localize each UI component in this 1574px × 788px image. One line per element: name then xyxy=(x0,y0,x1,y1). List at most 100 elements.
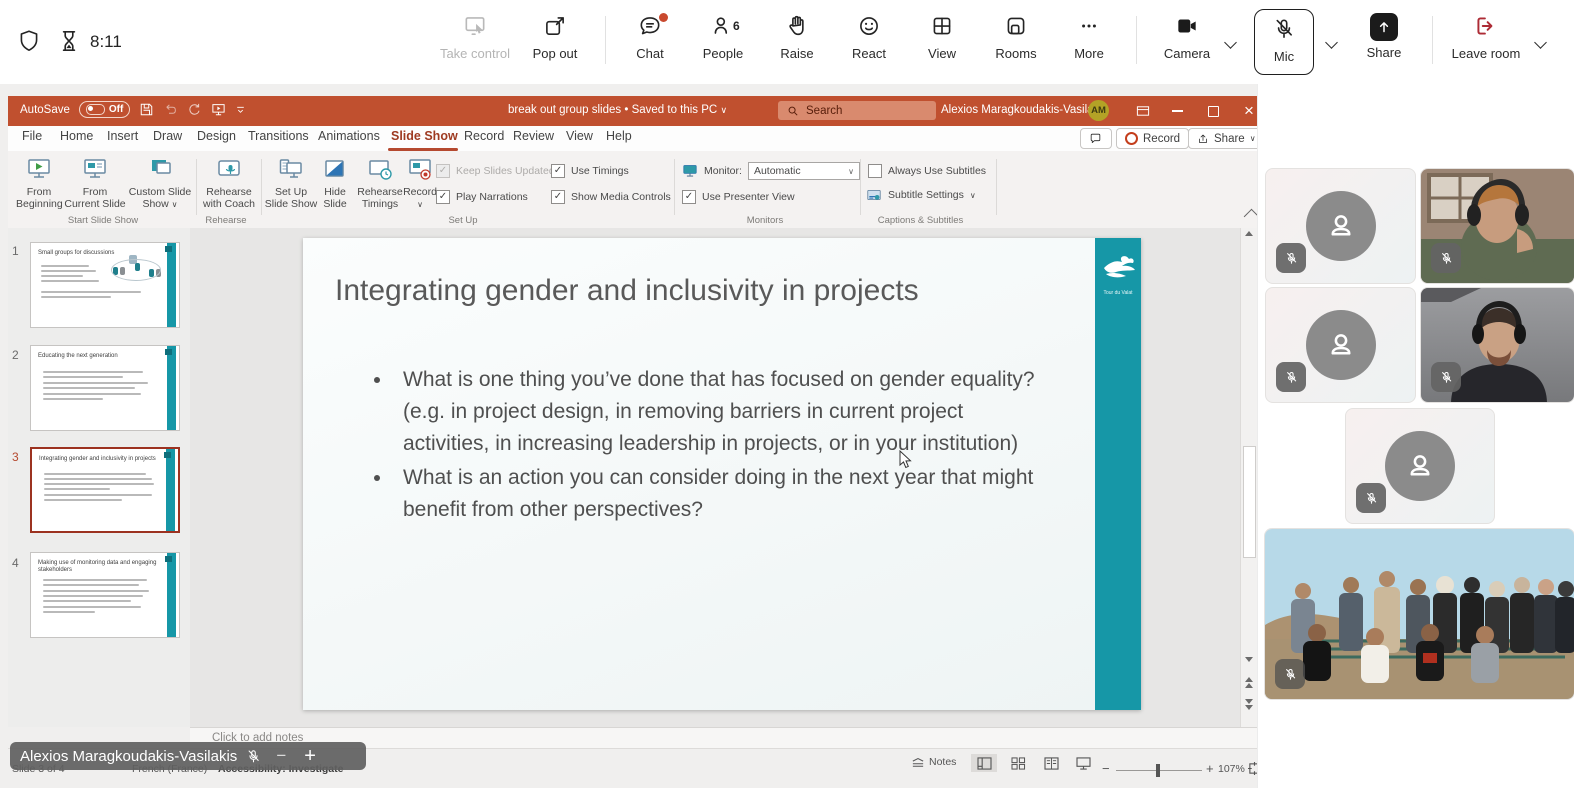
participant-tile-2-video[interactable] xyxy=(1420,168,1574,284)
mic-button[interactable]: Mic xyxy=(1254,9,1314,75)
tab-review[interactable]: Review xyxy=(513,129,554,143)
tab-draw[interactable]: Draw xyxy=(153,129,182,143)
participant-tile-5[interactable] xyxy=(1345,408,1495,524)
slide-canvas[interactable]: Integrating gender and inclusivity in pr… xyxy=(303,238,1141,710)
use-presenter-view-checkbox[interactable]: ✓Use Presenter View xyxy=(682,190,795,204)
slide-title[interactable]: Integrating gender and inclusivity in pr… xyxy=(335,274,1071,308)
more-button[interactable]: More xyxy=(1062,13,1116,71)
ribbon-record-button[interactable]: Record ∨ xyxy=(402,157,438,211)
set-up-slide-show-button[interactable]: Set Up Slide Show xyxy=(264,157,318,210)
thumbnail-slide-3[interactable]: Integrating gender and inclusivity in pr… xyxy=(30,447,180,533)
tab-insert[interactable]: Insert xyxy=(107,129,138,143)
minimize-button[interactable] xyxy=(1160,96,1194,126)
comments-button[interactable] xyxy=(1080,128,1112,149)
show-media-controls-checkbox[interactable]: ✓Show Media Controls xyxy=(551,190,671,204)
zoom-in-button[interactable]: + xyxy=(1206,761,1214,776)
tab-transitions[interactable]: Transitions xyxy=(248,129,309,143)
scroll-up-arrow[interactable] xyxy=(1241,230,1257,237)
participant-tile-4-video[interactable] xyxy=(1420,287,1574,403)
tab-slide-show[interactable]: Slide Show xyxy=(391,129,458,143)
react-button[interactable]: React xyxy=(841,13,897,71)
tour-du-valat-logo xyxy=(1098,252,1138,288)
avatar[interactable]: AM xyxy=(1088,100,1109,121)
tab-view[interactable]: View xyxy=(566,129,593,143)
keep-slides-updated-checkbox[interactable]: ✓Keep Slides Updated xyxy=(436,164,555,178)
view-button[interactable]: View xyxy=(915,13,969,71)
notes-toggle-button[interactable]: Notes xyxy=(911,756,956,768)
next-slide-button[interactable] xyxy=(1241,698,1257,711)
thumbnail-slide-2[interactable]: Educating the next generation xyxy=(30,345,180,431)
participant-3-mic-off-badge xyxy=(1276,362,1306,392)
zoom-out-button[interactable]: − xyxy=(1102,761,1110,776)
autosave-toggle[interactable]: Off xyxy=(79,101,130,118)
thumb-1-number: 1 xyxy=(12,244,19,258)
vertical-scrollbar[interactable] xyxy=(1240,228,1258,727)
tab-design[interactable]: Design xyxy=(197,129,236,143)
redo-icon[interactable] xyxy=(187,102,202,117)
slide-show-view-button[interactable] xyxy=(1070,754,1096,772)
custom-slide-show-button[interactable]: Custom Slide Show ∨ xyxy=(128,157,192,211)
from-current-slide-button[interactable]: From Current Slide xyxy=(64,157,126,210)
qat-customize-chevron[interactable] xyxy=(235,104,246,115)
subtitle-settings-button[interactable]: Subtitle Settings∨ xyxy=(866,188,976,202)
leave-options-chevron[interactable] xyxy=(1536,34,1545,52)
leave-room-button[interactable]: Leave room xyxy=(1444,13,1528,71)
undo-icon[interactable] xyxy=(163,102,178,117)
hide-slide-button[interactable]: Hide Slide xyxy=(316,157,354,210)
ppt-share-button[interactable]: Share∨ xyxy=(1188,128,1265,149)
play-narrations-checkbox[interactable]: ✓Play Narrations xyxy=(436,190,528,204)
meeting-timer: 8:11 xyxy=(90,32,122,52)
mic-label: Mic xyxy=(1255,49,1313,64)
slideshow-icon[interactable] xyxy=(211,102,226,117)
always-use-subtitles-checkbox[interactable]: Always Use Subtitles xyxy=(868,164,986,178)
tab-record[interactable]: Record xyxy=(464,129,504,143)
document-title[interactable]: break out group slides • Saved to this P… xyxy=(508,104,727,116)
raise-button[interactable]: Raise xyxy=(770,13,824,71)
previous-slide-button[interactable] xyxy=(1241,676,1257,689)
slide-body[interactable]: What is one thing you’ve done that has f… xyxy=(353,364,1053,528)
share-button[interactable]: Share xyxy=(1356,13,1412,71)
thumbnail-slide-4[interactable]: Making use of monitoring data and engagi… xyxy=(30,552,180,638)
reading-view-button[interactable] xyxy=(1038,754,1064,772)
monitor-dropdown[interactable]: Automatic∨ xyxy=(748,162,860,180)
rehearse-with-coach-button[interactable]: Rehearse with Coach xyxy=(200,157,258,210)
zoom-level[interactable]: 107% xyxy=(1218,763,1245,775)
take-control-label: Take control xyxy=(432,46,518,61)
participant-tile-3[interactable] xyxy=(1265,287,1416,403)
scroll-down-arrow[interactable] xyxy=(1241,656,1257,663)
normal-view-button[interactable] xyxy=(971,754,997,772)
pop-out-button[interactable]: Pop out xyxy=(525,13,585,71)
overlay-shrink-button[interactable]: − xyxy=(276,746,286,766)
tab-help[interactable]: Help xyxy=(606,129,632,143)
slide-sorter-view-button[interactable] xyxy=(1005,754,1031,772)
participant-tile-1[interactable] xyxy=(1265,168,1416,284)
mic-options-chevron[interactable] xyxy=(1327,34,1336,52)
camera-button[interactable]: Camera xyxy=(1155,13,1219,71)
overlay-expand-button[interactable]: + xyxy=(304,745,316,768)
scrollbar-thumb[interactable] xyxy=(1243,446,1256,558)
camera-options-chevron[interactable] xyxy=(1226,34,1235,52)
group-video-frame xyxy=(1265,529,1574,700)
take-control-button[interactable]: Take control xyxy=(432,13,518,71)
ribbon-display-options-button[interactable] xyxy=(1126,96,1160,126)
rehearse-timings-button[interactable]: Rehearse Timings xyxy=(356,157,404,210)
record-button[interactable]: Record xyxy=(1116,128,1189,149)
rooms-button[interactable]: Rooms xyxy=(986,13,1046,71)
thumb-1-diagram xyxy=(109,255,167,285)
shield-icon xyxy=(16,28,42,54)
save-icon[interactable] xyxy=(139,102,154,117)
tab-file[interactable]: File xyxy=(22,129,42,143)
tab-home[interactable]: Home xyxy=(60,129,93,143)
use-timings-checkbox[interactable]: ✓Use Timings xyxy=(551,164,629,178)
search-box[interactable]: Search xyxy=(778,101,936,120)
tab-animations[interactable]: Animations xyxy=(318,129,380,143)
restore-button[interactable] xyxy=(1196,96,1230,126)
participant-tile-6-group-video[interactable] xyxy=(1264,528,1574,700)
pop-out-icon xyxy=(542,13,568,39)
account-name[interactable]: Alexios Maragkoudakis-Vasilakis xyxy=(941,104,1108,116)
people-button[interactable]: 6 People xyxy=(693,13,753,71)
from-beginning-button[interactable]: From Beginning xyxy=(16,157,62,210)
zoom-slider-thumb[interactable] xyxy=(1156,764,1160,777)
chat-button[interactable]: Chat xyxy=(622,13,678,71)
thumbnail-slide-1[interactable]: Small groups for discussions xyxy=(30,242,180,328)
